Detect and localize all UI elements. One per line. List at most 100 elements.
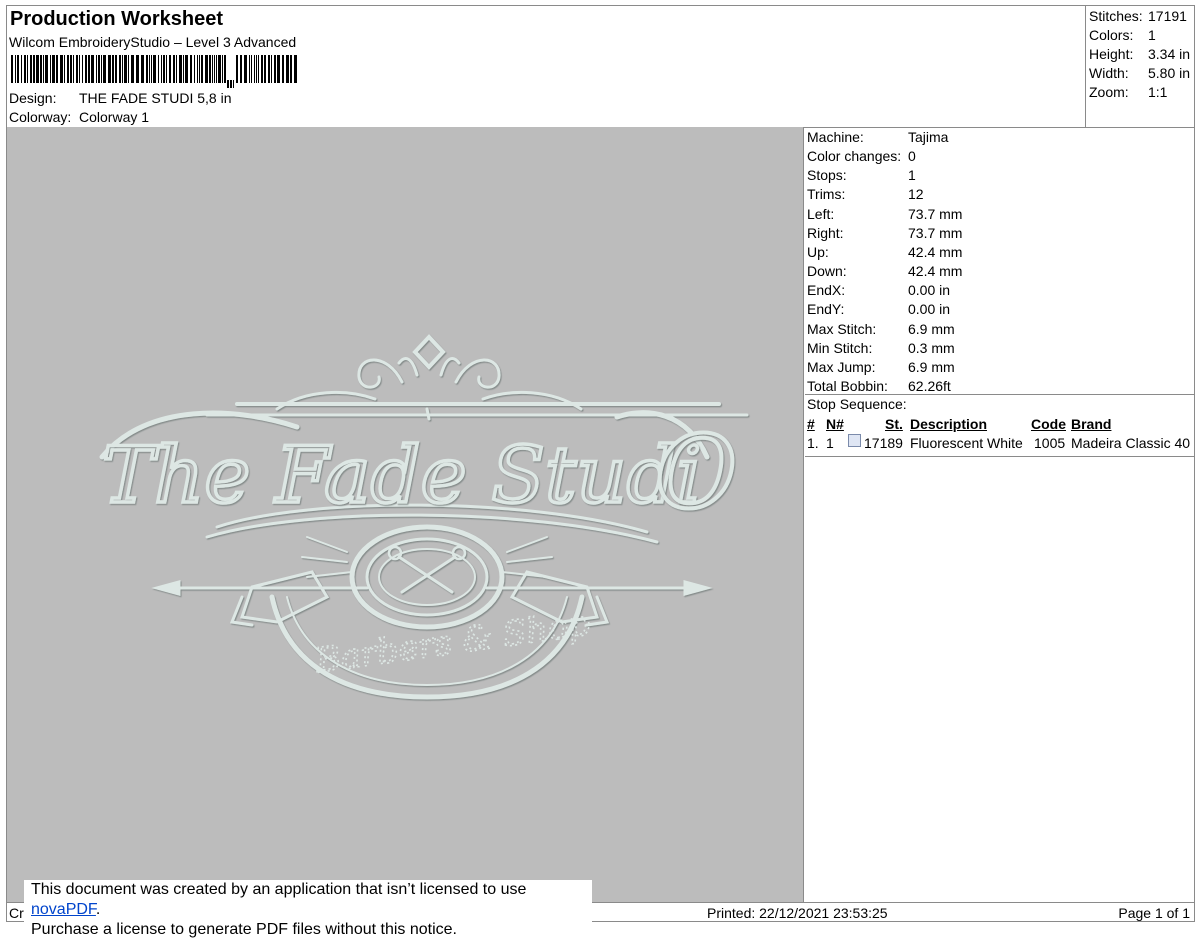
info-label: Down: (807, 263, 847, 280)
barcode-bar (258, 55, 259, 83)
barcode-bar (112, 55, 114, 83)
barcode-bar (131, 55, 134, 83)
row-num: 1. (807, 435, 819, 451)
barcode-bar (286, 55, 289, 83)
thread-color-swatch (848, 434, 861, 447)
row-brand: Madeira Classic 40 (1071, 435, 1191, 451)
design-value: THE FADE STUDI 5,8 in (79, 90, 232, 106)
barcode-bar (251, 55, 252, 83)
barcode-bar (158, 55, 159, 83)
barcode-bar (88, 55, 90, 83)
stat-width: Width: 5.80 in (1089, 65, 1191, 81)
notice-line-1: This document was created by an applicat… (31, 881, 527, 918)
info-value: 6.9 mm (908, 358, 955, 375)
barcode-bar (15, 55, 16, 83)
col-header-code: Code (1031, 416, 1066, 432)
info-row: Machine: Tajima (807, 129, 948, 145)
barcode-bar (244, 55, 247, 83)
design-label: Design: (9, 90, 57, 106)
barcode-bar (163, 55, 165, 83)
info-value: 0.00 in (908, 282, 951, 299)
barcode-bar (119, 55, 121, 83)
barcode-bar (67, 55, 69, 83)
barcode-bar (290, 55, 292, 83)
barcode-bar (261, 55, 263, 83)
info-row: Min Stitch: 0.3 mm (807, 340, 955, 356)
info-row: Up: 42.4 mm (807, 244, 962, 260)
info-row: Right: 73.7 mm (807, 225, 962, 241)
barcode-bar (224, 55, 226, 83)
col-header-num: # (807, 416, 815, 432)
barcode-bar (264, 55, 266, 83)
design-row: Design: THE FADE STUDI 5,8 in (9, 90, 231, 106)
stats-box: Stitches: 17191 Colors: 1 Height: 3.34 in W… (1085, 6, 1195, 127)
info-row: Total Bobbin: 62.26ft (807, 378, 951, 394)
barcode-bar (128, 55, 129, 83)
barcode-bar (64, 55, 65, 83)
barcode (11, 53, 351, 88)
info-value: 62.26ft (908, 377, 951, 394)
info-row: Stops: 1 (807, 167, 916, 183)
barcode-bar (76, 55, 78, 83)
page-number: Page 1 of 1 (1118, 905, 1190, 921)
row-stitches: 17189 (864, 435, 903, 451)
barcode-bar (209, 55, 211, 83)
barcode-bar (33, 55, 35, 83)
barcode-bar (194, 55, 195, 83)
barcode-bar (151, 55, 152, 83)
barcode-bar (218, 55, 221, 83)
stop-sequence: Stop Sequence: # N# St. Description Code… (805, 394, 1194, 457)
stat-height: Height: 3.34 in (1089, 46, 1191, 62)
barcode-bar (43, 55, 44, 83)
barcode-bar (149, 55, 150, 83)
barcode-bar (115, 55, 117, 83)
barcode-bar (122, 55, 123, 83)
info-row: Trims: 12 (807, 186, 924, 202)
barcode-bar (185, 55, 188, 83)
barcode-bar (40, 55, 42, 83)
barcode-bar (282, 55, 284, 83)
barcode-bar (169, 55, 171, 83)
barcode-bar (268, 55, 270, 83)
barcode-bar (11, 55, 13, 83)
barcode-bar (136, 55, 139, 83)
colorway-value: Colorway 1 (79, 109, 150, 125)
barcode-bar (60, 55, 63, 83)
worksheet-header: Production Worksheet Wilcom EmbroiderySt… (7, 6, 1194, 128)
barcode-bar (277, 55, 280, 83)
barcode-bar (24, 55, 26, 83)
barcode-bar (73, 55, 74, 83)
barcode-bar (52, 55, 55, 83)
info-label: Max Stitch: (807, 320, 877, 337)
barcode-bar (183, 55, 184, 83)
barcode-bar (141, 55, 144, 83)
info-value: Tajima (908, 129, 949, 145)
barcode-bar (222, 55, 223, 83)
info-label: Right: (807, 224, 844, 241)
info-row: Max Stitch: 6.9 mm (807, 321, 955, 337)
footer-left-text: Cr (9, 905, 24, 921)
info-row: Max Jump: 6.9 mm (807, 359, 955, 375)
embroidery-design-image: The Fade Studi O Barbers & Shop (99, 334, 749, 700)
info-value: 73.7 mm (908, 205, 963, 222)
barcode-bar (91, 55, 94, 83)
info-label: Max Jump: (807, 358, 876, 375)
stop-sequence-title: Stop Sequence: (807, 396, 907, 412)
info-label: EndX: (807, 282, 846, 299)
info-row: EndY: 0.00 in (807, 301, 950, 317)
info-label: Min Stitch: (807, 339, 873, 356)
info-value: 0.00 in (908, 301, 951, 318)
info-row: EndX: 0.00 in (807, 282, 950, 298)
novapdf-link[interactable]: novaPDF (31, 901, 96, 918)
barcode-bar (190, 55, 192, 83)
page-title: Production Worksheet (10, 8, 223, 30)
barcode-bar (205, 55, 208, 83)
colorway-label: Colorway: (9, 109, 72, 125)
barcode-bar (101, 55, 102, 83)
logo-main-text: The Fade Studi (102, 431, 701, 521)
barcode-bar (233, 80, 234, 88)
barcode-bar (98, 55, 100, 83)
row-description: Fluorescent White (910, 435, 1023, 451)
barcode-bar (274, 55, 276, 83)
info-value: 42.4 mm (908, 243, 963, 260)
